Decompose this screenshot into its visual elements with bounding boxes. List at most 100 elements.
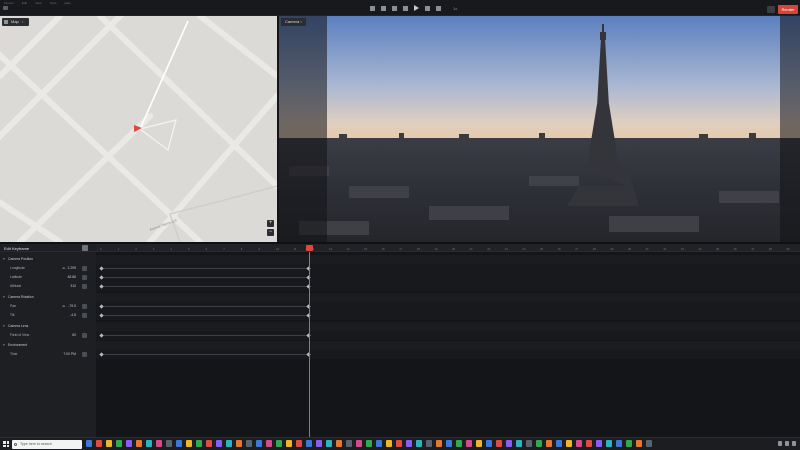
keyframe-marker[interactable] [99, 333, 104, 338]
taskbar-app-icon[interactable] [526, 440, 532, 447]
keyframe-toggle-icon[interactable] [82, 266, 87, 271]
track-lane[interactable] [96, 331, 800, 340]
taskbar-app-icon[interactable] [376, 440, 382, 447]
group-camera-position[interactable]: ▾ Camera Position [0, 255, 96, 264]
taskbar-app-icon[interactable] [336, 440, 342, 447]
keyframe-toggle-icon[interactable] [82, 313, 87, 318]
prop-value[interactable]: 48.86 [68, 275, 77, 279]
camera-tab[interactable]: Camera ▾ [281, 18, 306, 26]
taskbar-app-icon[interactable] [196, 440, 202, 447]
taskbar-app-icon[interactable] [86, 440, 92, 447]
taskbar-app-icon[interactable] [316, 440, 322, 447]
taskbar-app-icon[interactable] [186, 440, 192, 447]
taskbar-app-icon[interactable] [166, 440, 172, 447]
taskbar-app-icon[interactable] [156, 440, 162, 447]
taskbar-app-icon[interactable] [476, 440, 482, 447]
taskbar-app-icon[interactable] [426, 440, 432, 447]
prop-value[interactable]: 310 [70, 284, 76, 288]
playhead-handle[interactable] [306, 245, 313, 251]
taskbar-app-icon[interactable] [556, 440, 562, 447]
taskbar-app-icon[interactable] [96, 440, 102, 447]
taskbar-app-icon[interactable] [146, 440, 152, 447]
taskbar-app-icon[interactable] [266, 440, 272, 447]
keyframe-marker[interactable] [99, 275, 104, 280]
keyframe-marker[interactable] [99, 266, 104, 271]
taskbar-app-icon[interactable] [326, 440, 332, 447]
playback-speed[interactable]: 1x [453, 6, 457, 11]
taskbar-app-icon[interactable] [116, 440, 122, 447]
export-icon[interactable] [767, 6, 775, 13]
undo-icon[interactable] [370, 5, 375, 11]
track-lane[interactable] [96, 311, 800, 320]
taskbar-app-icon[interactable] [596, 440, 602, 447]
group-environment[interactable]: ▾ Environment [0, 341, 96, 350]
taskbar-app-icon[interactable] [366, 440, 372, 447]
track-lane[interactable] [96, 302, 800, 311]
notification-icon[interactable] [792, 441, 796, 446]
taskbar-search[interactable]: Type here to search [12, 440, 82, 449]
taskbar-app-icon[interactable] [136, 440, 142, 447]
play-icon[interactable] [414, 5, 419, 11]
taskbar-app-icon[interactable] [496, 440, 502, 447]
step-forward-icon[interactable] [425, 5, 430, 11]
taskbar-app-icon[interactable] [616, 440, 622, 447]
keyframe-toggle-icon[interactable] [82, 284, 87, 289]
taskbar-app-icon[interactable] [646, 440, 652, 447]
taskbar-app-icon[interactable] [356, 440, 362, 447]
playhead-line[interactable] [309, 252, 310, 437]
taskbar-app-icon[interactable] [516, 440, 522, 447]
track-lane[interactable] [96, 264, 800, 273]
track-lane[interactable] [96, 350, 800, 359]
keyframe-marker[interactable] [99, 313, 104, 318]
map-tab[interactable]: Map ▾ [2, 18, 30, 26]
prop-value[interactable]: -4.8 [70, 313, 76, 317]
camera-viewport[interactable]: Camera ▾ [279, 16, 800, 242]
prop-value[interactable]: 60 [72, 333, 76, 337]
taskbar-app-icon[interactable] [126, 440, 132, 447]
timeline[interactable]: 0123456789101112131415161718192021222324… [96, 244, 800, 437]
keyframe-toggle-icon[interactable] [82, 352, 87, 357]
map-panel[interactable]: Avenue Pierre Loti Map ▾ + − [0, 16, 277, 242]
taskbar-app-icon[interactable] [576, 440, 582, 447]
taskbar-app-icon[interactable] [466, 440, 472, 447]
track-lane[interactable] [96, 282, 800, 291]
keyframe-marker[interactable] [99, 284, 104, 289]
taskbar-app-icon[interactable] [226, 440, 232, 447]
skip-forward-icon[interactable] [436, 5, 441, 11]
render-button[interactable]: Render [778, 5, 798, 14]
taskbar-app-icon[interactable] [606, 440, 612, 447]
timeline-ruler[interactable]: 0123456789101112131415161718192021222324… [96, 244, 800, 252]
taskbar-app-icon[interactable] [636, 440, 642, 447]
taskbar-app-icon[interactable] [586, 440, 592, 447]
prop-value[interactable]: -79.5 [68, 304, 76, 308]
taskbar-app-icon[interactable] [346, 440, 352, 447]
taskbar-app-icon[interactable] [246, 440, 252, 447]
taskbar-app-icon[interactable] [296, 440, 302, 447]
map-canvas[interactable]: Avenue Pierre Loti [0, 16, 277, 242]
add-keyframe-icon[interactable] [82, 245, 88, 251]
taskbar-app-icon[interactable] [446, 440, 452, 447]
windows-start-icon[interactable] [3, 441, 9, 447]
taskbar-app-icon[interactable] [546, 440, 552, 447]
taskbar-app-icon[interactable] [256, 440, 262, 447]
zoom-out-button[interactable]: − [267, 229, 274, 236]
taskbar-app-icon[interactable] [396, 440, 402, 447]
taskbar-app-icon[interactable] [626, 440, 632, 447]
keyframe-marker[interactable] [99, 352, 104, 357]
group-camera-lens[interactable]: ▾ Camera Lens [0, 322, 96, 331]
taskbar-app-icon[interactable] [456, 440, 462, 447]
taskbar-app-icon[interactable] [276, 440, 282, 447]
track-lane[interactable] [96, 273, 800, 282]
prop-value[interactable]: 7:00 PM [63, 352, 76, 356]
network-icon[interactable] [778, 441, 782, 446]
spinner-icon[interactable]: ◂▸ [62, 266, 65, 270]
group-camera-rotation[interactable]: ▾ Camera Rotation [0, 293, 96, 302]
keyframe-toggle-icon[interactable] [82, 275, 87, 280]
taskbar-app-icon[interactable] [176, 440, 182, 447]
taskbar-app-icon[interactable] [206, 440, 212, 447]
prop-value[interactable]: 2.295 [68, 266, 77, 270]
taskbar-app-icon[interactable] [386, 440, 392, 447]
taskbar-app-icon[interactable] [406, 440, 412, 447]
keyframe-toggle-icon[interactable] [82, 304, 87, 309]
taskbar-app-icon[interactable] [506, 440, 512, 447]
